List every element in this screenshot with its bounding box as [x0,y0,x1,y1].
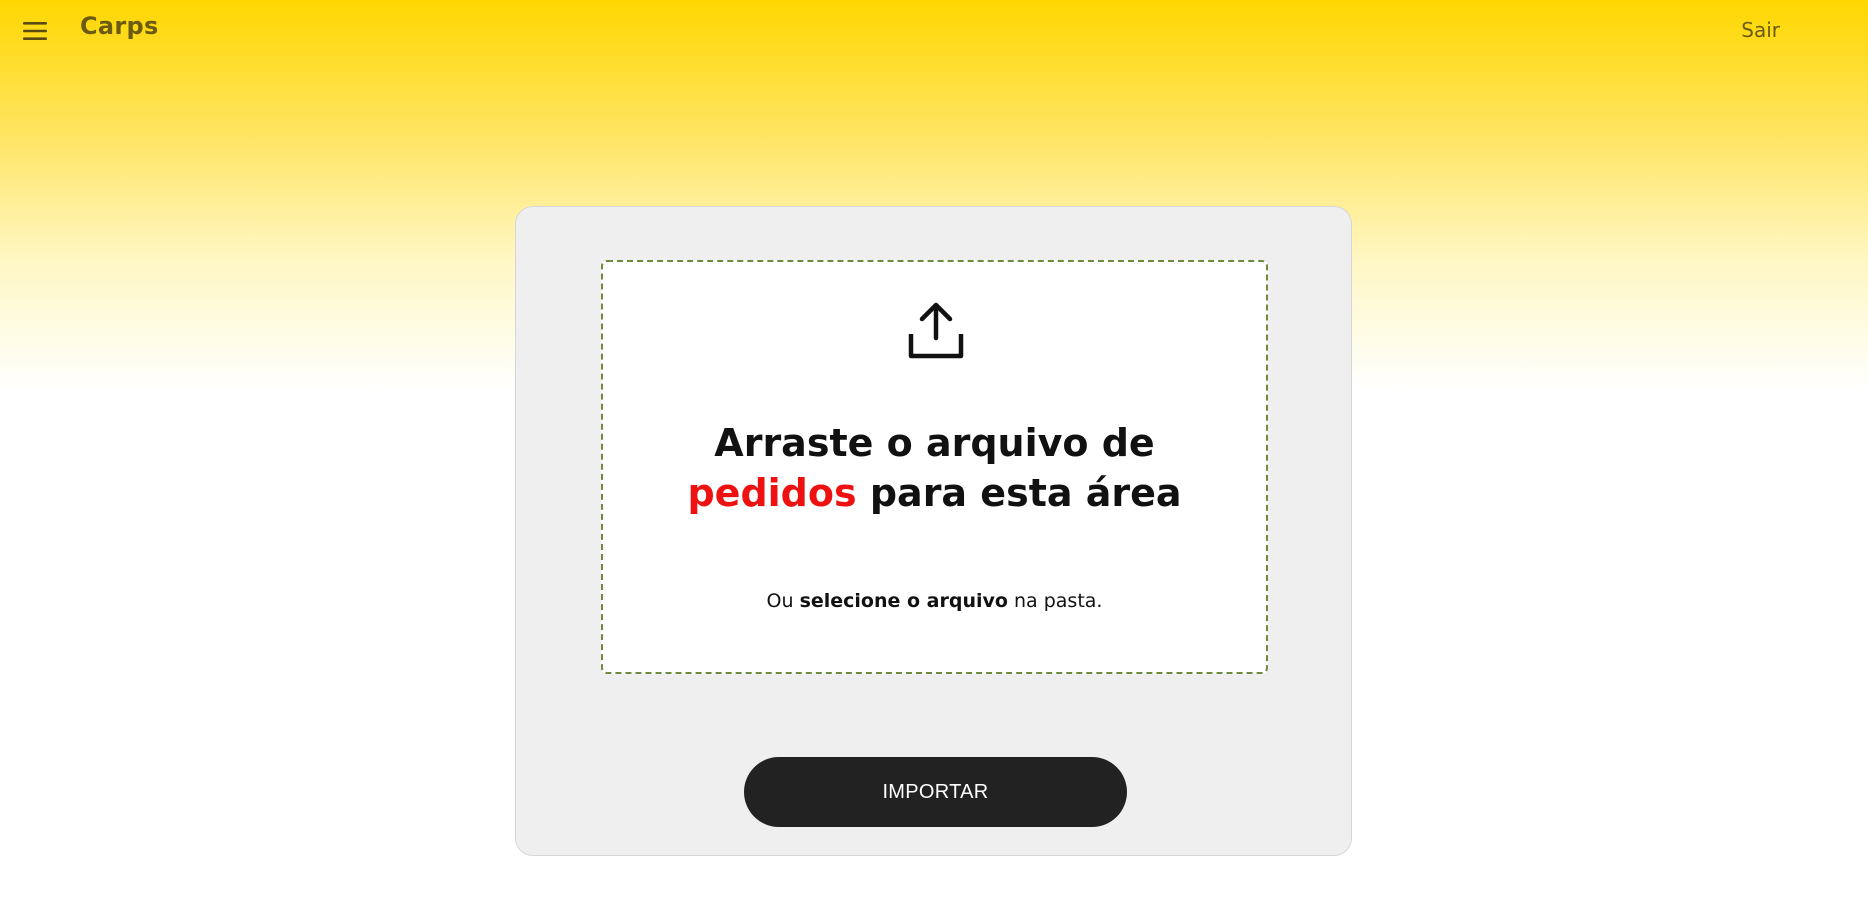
dropzone-title-highlight: pedidos [687,471,857,515]
dropzone-subtitle: Ou selecione o arquivo na pasta. [603,590,1266,612]
select-file-link[interactable]: selecione o arquivo [800,590,1008,612]
dropzone-title-line2: para esta área [869,471,1182,515]
dropzone-title: Arraste o arquivo de pedidos para esta á… [603,418,1266,518]
file-dropzone[interactable]: Arraste o arquivo de pedidos para esta á… [601,260,1268,674]
import-button[interactable]: IMPORTAR [744,757,1127,827]
dropzone-title-line1: Arraste o arquivo de [714,421,1155,465]
app-title[interactable]: Carps [80,12,159,40]
dropzone-sub-prefix: Ou [766,590,794,612]
import-card: Arraste o arquivo de pedidos para esta á… [515,206,1352,856]
menu-icon [23,22,47,40]
top-bar: Carps Sair [0,0,1868,62]
upload-icon [908,302,964,359]
logout-button[interactable]: Sair [1741,18,1780,42]
menu-button[interactable] [18,17,52,45]
dropzone-sub-suffix: na pasta. [1014,590,1103,612]
